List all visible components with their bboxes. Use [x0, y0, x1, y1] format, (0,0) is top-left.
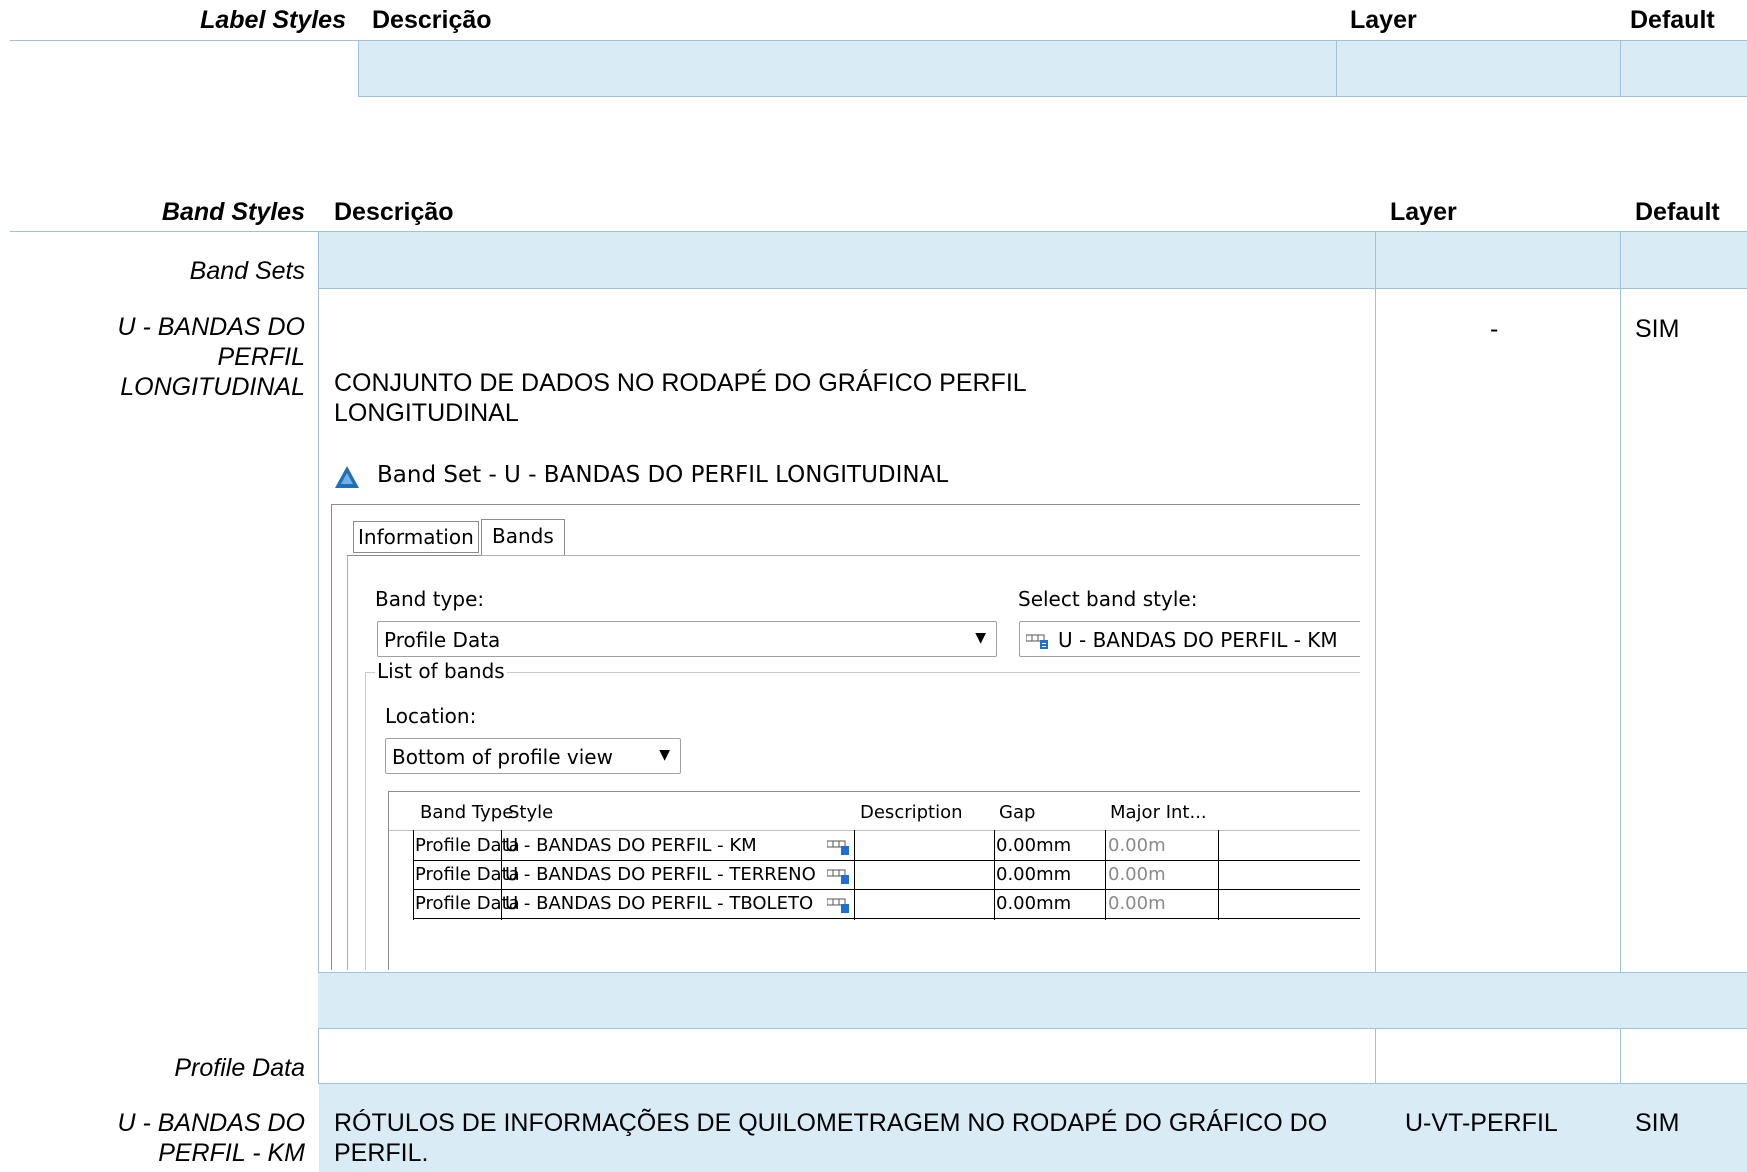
row1-band-type[interactable]: Profile Data: [415, 835, 520, 856]
tab-information[interactable]: Information: [353, 521, 479, 553]
tab-panel-top-left: [347, 555, 481, 556]
band-styles-title: Band Styles: [161, 198, 305, 226]
row2-name: U - BANDAS DO PERFIL - KM: [117, 1109, 305, 1167]
row3-major[interactable]: 0.00m: [1108, 893, 1166, 914]
grid-vline: [1218, 830, 1219, 920]
autocad-app-icon: [333, 464, 361, 492]
grid-vline: [1105, 830, 1106, 920]
band-styles-col-descricao: Descrição: [334, 198, 454, 226]
dialog-title: Band Set - U - BANDAS DO PERFIL LONGITUD…: [377, 462, 949, 488]
band-sets-row-bg: [318, 232, 1747, 288]
col-gap[interactable]: Gap: [999, 802, 1035, 823]
row1-layer: -: [1490, 315, 1499, 343]
band-style-select[interactable]: U - BANDAS DO PERFIL - KM: [1019, 621, 1360, 657]
row1-gap[interactable]: 0.00mm: [996, 835, 1071, 856]
band-styles-col-layer: Layer: [1390, 198, 1457, 226]
tab-bands[interactable]: Bands: [481, 519, 565, 556]
label-styles-sep1: [358, 41, 359, 96]
grid-vline: [994, 830, 995, 920]
row1-default: SIM: [1635, 315, 1680, 343]
band-sets-label: Band Sets: [189, 257, 305, 285]
grid-row-line: [413, 860, 1360, 861]
chevron-down-icon: ▼: [975, 630, 986, 646]
band-type-value: Profile Data: [384, 628, 501, 652]
band-type-label: Band type:: [375, 587, 485, 611]
col-band-type[interactable]: Band Type: [420, 802, 513, 823]
band-styles-blank-bottom: [318, 1028, 1747, 1029]
row2-band-type[interactable]: Profile Data: [415, 864, 520, 885]
row3-band-type[interactable]: Profile Data: [415, 893, 520, 914]
band-styles-col-default: Default: [1635, 198, 1720, 226]
row3-style[interactable]: U - BANDAS DO PERFIL - TBOLETO: [505, 893, 813, 914]
location-label: Location:: [385, 704, 477, 728]
row2-gap[interactable]: 0.00mm: [996, 864, 1071, 885]
row1-name: U - BANDAS DO PERFIL LONGITUDINAL: [117, 313, 305, 401]
label-styles-col-default: Default: [1630, 6, 1715, 34]
col-description[interactable]: Description: [860, 802, 963, 823]
band-style-icon: [826, 838, 853, 860]
row2-layer: U-VT-PERFIL: [1405, 1109, 1558, 1137]
row2-major[interactable]: 0.00m: [1108, 864, 1166, 885]
chevron-down-icon: ▼: [659, 747, 670, 763]
row1-major[interactable]: 0.00m: [1108, 835, 1166, 856]
grid-row-line: [413, 889, 1360, 890]
band-styles-sep3: [1620, 232, 1621, 1172]
band-styles-blank-row: [318, 972, 1747, 1028]
location-select[interactable]: Bottom of profile view ▼: [385, 738, 681, 774]
band-type-select[interactable]: Profile Data ▼: [377, 621, 997, 657]
band-style-icon: [1025, 631, 1054, 655]
list-of-bands-label: List of bands: [375, 659, 507, 683]
band-style-icon: [826, 896, 853, 918]
label-styles-col-descricao: Descrição: [372, 6, 492, 34]
band-styles-sep2: [1375, 232, 1376, 1172]
location-value: Bottom of profile view: [392, 745, 613, 769]
label-styles-sep3: [1620, 41, 1621, 96]
label-styles-bottom-line: [358, 96, 1747, 97]
row2-description: RÓTULOS DE INFORMAÇÕES DE QUILOMETRAGEM …: [334, 1109, 1328, 1167]
grid-row-line: [413, 918, 1360, 919]
band-sets-bottom-line: [318, 288, 1747, 289]
row2-style[interactable]: U - BANDAS DO PERFIL - TERRENO: [505, 864, 816, 885]
row3-gap[interactable]: 0.00mm: [996, 893, 1071, 914]
label-styles-sep2: [1336, 41, 1337, 96]
band-styles-blank-top: [318, 972, 1747, 973]
grid-vline: [854, 830, 855, 920]
band-style-icon: [826, 867, 853, 889]
band-styles-sep1: [318, 232, 319, 1172]
row1-description: CONJUNTO DE DADOS NO RODAPÉ DO GRÁFICO P…: [334, 369, 1026, 427]
col-style[interactable]: Style: [508, 802, 553, 823]
profile-data-label: Profile Data: [174, 1054, 305, 1082]
select-band-style-label: Select band style:: [1018, 587, 1198, 611]
label-styles-col-layer: Layer: [1350, 6, 1417, 34]
col-major-int[interactable]: Major Int...: [1110, 802, 1207, 823]
band-style-value: U - BANDAS DO PERFIL - KM: [1058, 628, 1338, 652]
row2-sep1: [318, 1084, 319, 1172]
grid-vline: [413, 830, 414, 920]
row1-style[interactable]: U - BANDAS DO PERFIL - KM: [505, 835, 757, 856]
label-styles-title: Label Styles: [200, 6, 346, 34]
row2-default: SIM: [1635, 1109, 1680, 1137]
band-set-dialog-screenshot: Band Set - U - BANDAS DO PERFIL LONGITUD…: [325, 452, 1360, 970]
label-styles-empty-row: [358, 41, 1747, 96]
